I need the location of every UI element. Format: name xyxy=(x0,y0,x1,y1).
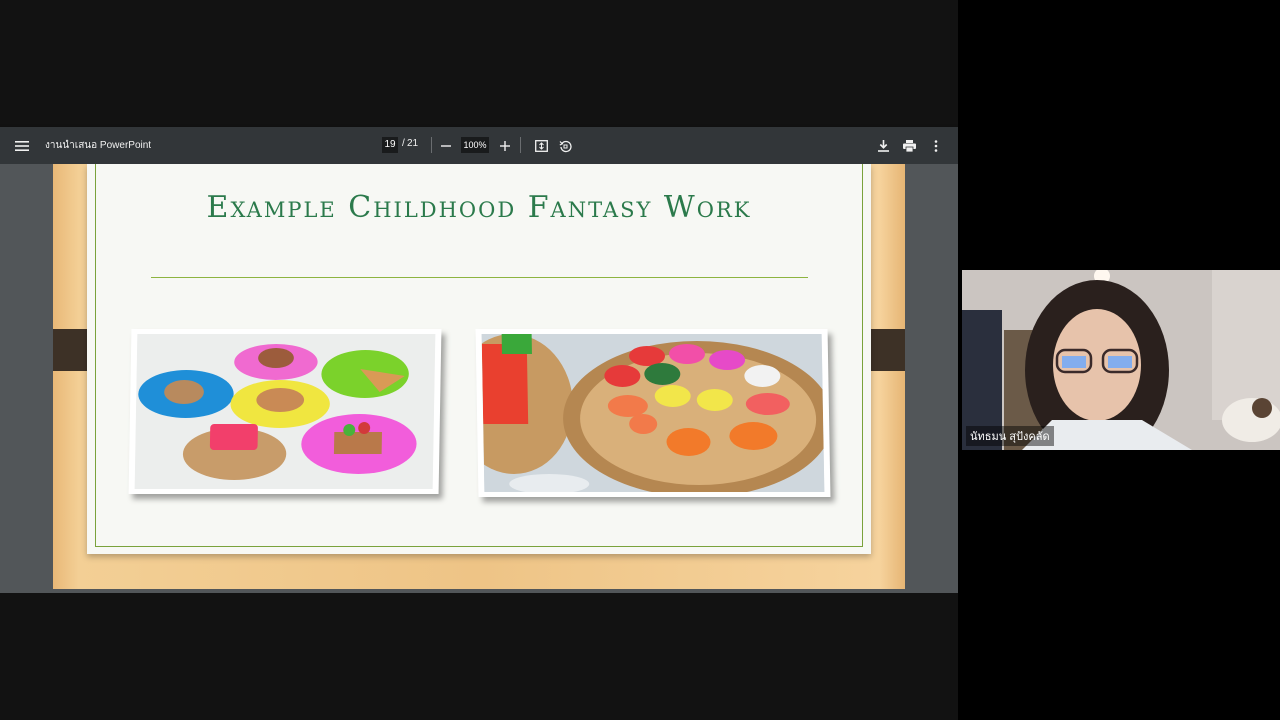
toolbar-divider xyxy=(431,137,432,153)
page-number-input[interactable]: 19 xyxy=(382,137,398,153)
title-divider xyxy=(151,277,808,278)
participant-video[interactable]: นัทธมน สุปังคลัด xyxy=(962,270,1280,450)
page-separator: / xyxy=(402,138,405,149)
download-button[interactable] xyxy=(872,135,894,157)
pdf-toolbar: งานนำเสนอ PowerPoint 19 / 21 100% xyxy=(0,127,958,164)
download-icon xyxy=(877,140,889,152)
document-title: งานนำเสนอ PowerPoint xyxy=(45,140,152,151)
clay-food-plates-image xyxy=(128,329,442,494)
rotate-button[interactable] xyxy=(554,135,576,157)
fit-page-icon xyxy=(534,140,548,152)
zoom-level-input[interactable]: 100% xyxy=(461,137,489,153)
menu-icon[interactable] xyxy=(11,135,33,157)
slide-page: Example Childhood Fantasy Work xyxy=(53,164,905,589)
zoom-out-button[interactable] xyxy=(435,135,457,157)
slide-title: Example Childhood Fantasy Work xyxy=(206,190,752,225)
screen-share-area: งานนำเสนอ PowerPoint 19 / 21 100% Exampl… xyxy=(0,0,958,720)
participant-video-frame xyxy=(962,270,1280,450)
zoom-in-button[interactable] xyxy=(494,135,516,157)
print-icon xyxy=(902,140,916,152)
plus-icon xyxy=(500,141,510,151)
print-button[interactable] xyxy=(898,135,920,157)
fit-page-button[interactable] xyxy=(530,135,552,157)
page-total: 21 xyxy=(407,138,419,149)
rotate-icon xyxy=(559,140,572,152)
slide-paper: Example Childhood Fantasy Work xyxy=(87,164,871,554)
more-options-button[interactable] xyxy=(925,135,947,157)
participant-name-label: นัทธมน สุปังคลัด xyxy=(966,426,1054,446)
more-vert-icon xyxy=(934,140,938,152)
clay-sushi-basket-image xyxy=(475,329,831,497)
toolbar-divider xyxy=(520,137,521,153)
minus-icon xyxy=(441,145,451,147)
